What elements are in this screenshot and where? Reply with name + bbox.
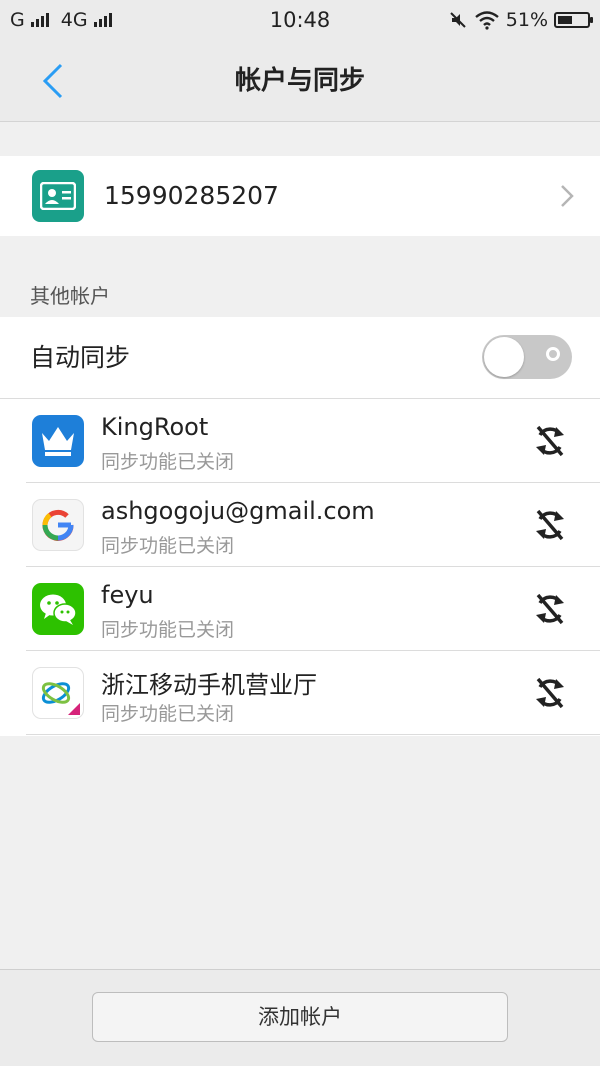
auto-sync-label: 自动同步: [30, 343, 131, 372]
contact-card-icon: [32, 170, 84, 222]
account-name: 浙江移动手机营业厅: [101, 671, 317, 699]
toggle-off-icon: [546, 347, 560, 361]
account-row-china-mobile[interactable]: 浙江移动手机营业厅 同步功能已关闭: [0, 651, 600, 735]
account-name: ashgogoju@gmail.com: [101, 497, 375, 525]
account-name: KingRoot: [101, 413, 209, 441]
carrier-2: 4G: [60, 9, 88, 31]
auto-sync-row: 自动同步: [0, 317, 600, 399]
sync-disabled-icon[interactable]: [530, 421, 570, 461]
mute-icon: [450, 12, 466, 28]
signal-icon: [30, 13, 49, 27]
account-row-google[interactable]: ashgogoju@gmail.com 同步功能已关闭: [0, 483, 600, 567]
status-right: 51%: [448, 9, 593, 31]
carrier-1: G: [10, 9, 25, 31]
status-left: G 4G: [10, 9, 118, 31]
status-bar: G 4G 10:48 51%: [0, 0, 600, 40]
battery-percent: 51%: [505, 9, 548, 31]
bottom-bar: 添加帐户: [0, 969, 600, 1066]
google-icon: [32, 499, 84, 551]
toggle-knob: [484, 337, 524, 377]
wechat-icon: [32, 583, 84, 635]
primary-account-row[interactable]: 15990285207: [0, 156, 600, 236]
row-divider: [26, 734, 600, 735]
other-accounts-group: 自动同步 KingRoot 同步功能已关闭 ashgogoju@gmail.co…: [0, 317, 600, 736]
account-name: feyu: [101, 581, 154, 609]
auto-sync-toggle[interactable]: [482, 335, 572, 379]
account-status: 同步功能已关闭: [101, 619, 235, 641]
china-mobile-icon: [32, 667, 84, 719]
battery-icon: [554, 12, 593, 28]
account-status: 同步功能已关闭: [101, 535, 235, 557]
account-status: 同步功能已关闭: [101, 451, 235, 473]
sync-disabled-icon[interactable]: [530, 589, 570, 629]
signal-icon: [93, 13, 112, 27]
wifi-icon: [475, 11, 499, 30]
kingroot-icon: [32, 415, 84, 467]
sync-disabled-icon[interactable]: [530, 505, 570, 545]
sync-disabled-icon[interactable]: [530, 673, 570, 713]
account-row-kingroot[interactable]: KingRoot 同步功能已关闭: [0, 399, 600, 483]
page-title: 帐户与同步: [234, 66, 365, 96]
add-account-button[interactable]: 添加帐户: [92, 992, 508, 1042]
account-status: 同步功能已关闭: [101, 703, 235, 725]
battery-fill: [558, 16, 572, 24]
primary-account-label: 15990285207: [104, 181, 279, 210]
section-label-other-accounts: 其他帐户: [30, 284, 110, 308]
app-header: 帐户与同步: [0, 40, 600, 122]
account-row-wechat[interactable]: feyu 同步功能已关闭: [0, 567, 600, 651]
chevron-right-icon: [561, 185, 574, 207]
